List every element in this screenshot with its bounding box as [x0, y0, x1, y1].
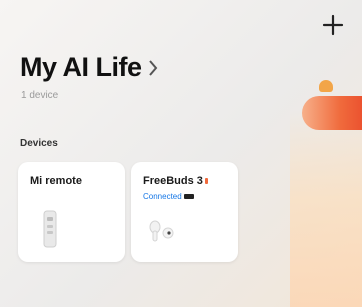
page-title-row[interactable]: My AI Life: [20, 52, 158, 83]
device-card-freebuds[interactable]: FreeBuds 3 Connected: [131, 162, 238, 262]
earbuds-icon: [145, 217, 179, 250]
device-card-mi-remote[interactable]: Mi remote: [18, 162, 125, 262]
device-name: FreeBuds 3: [143, 175, 208, 187]
plus-icon: [322, 14, 344, 36]
remote-icon: [38, 207, 62, 256]
device-name: Mi remote: [30, 175, 82, 187]
promo-banner[interactable]: [302, 96, 362, 130]
battery-icon: [183, 194, 194, 200]
device-count: 1 device: [21, 90, 59, 101]
banner-glow: [290, 110, 362, 307]
add-button[interactable]: [318, 10, 348, 40]
connection-status: Connected: [143, 192, 194, 201]
chevron-right-icon: [148, 59, 158, 77]
status-badge: [204, 178, 208, 185]
page-title: My AI Life: [20, 52, 142, 82]
devices-section-label: Devices: [20, 138, 58, 149]
lamp-icon: [319, 80, 333, 92]
